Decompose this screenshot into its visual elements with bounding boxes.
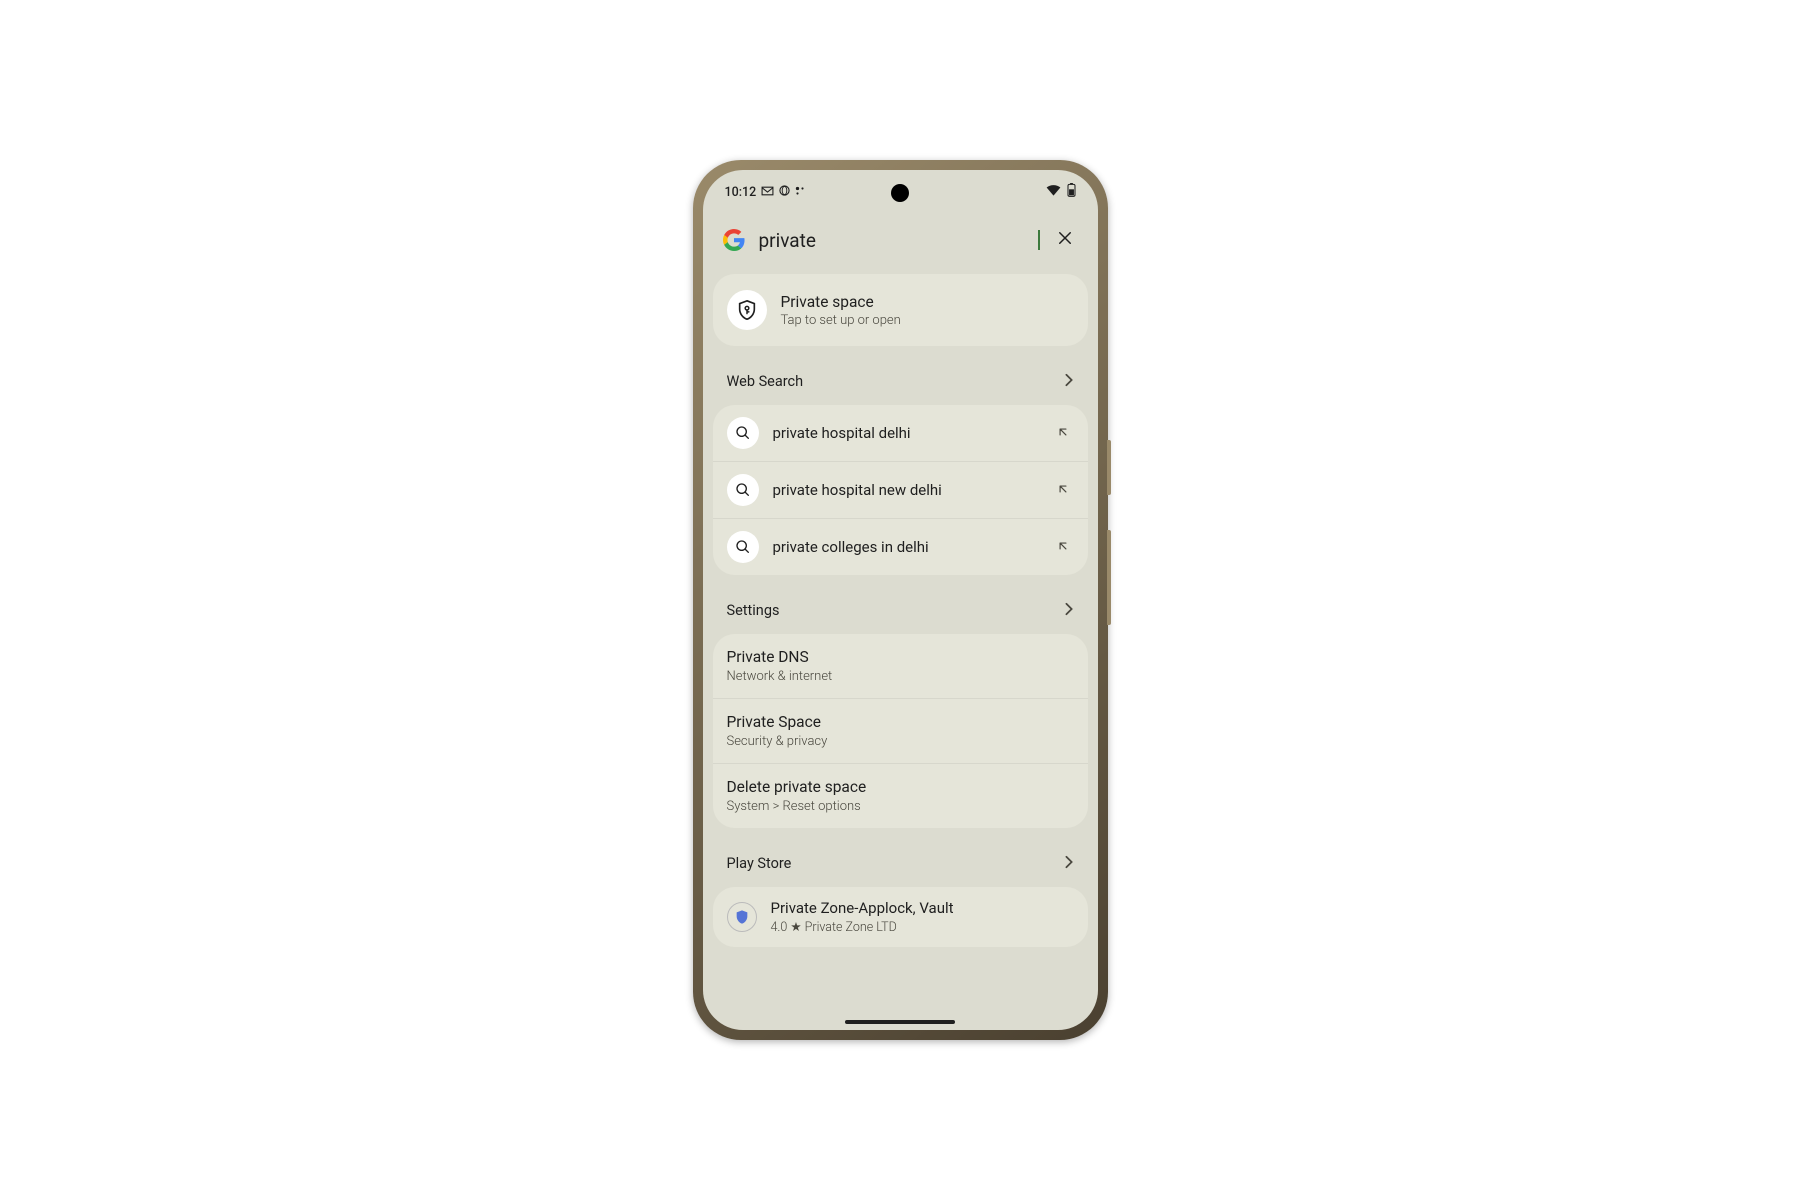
play-store-results: Private Zone-Applock, Vault 4.0 ★ Privat… (713, 887, 1088, 947)
gmail-icon (761, 186, 774, 199)
google-logo-icon (723, 229, 745, 251)
play-store-app-item[interactable]: Private Zone-Applock, Vault 4.0 ★ Privat… (713, 887, 1088, 947)
settings-item-title: Private DNS (727, 648, 1074, 666)
status-time: 10:12 (725, 185, 757, 200)
section-label: Play Store (727, 855, 792, 872)
shield-key-icon (727, 290, 767, 330)
private-space-feature-card[interactable]: Private space Tap to set up or open (713, 274, 1088, 346)
search-icon (727, 474, 759, 506)
opera-icon (779, 185, 790, 199)
results-scroll-area[interactable]: Private space Tap to set up or open Web … (703, 274, 1098, 1024)
camera-cutout (891, 184, 909, 202)
search-suggestion[interactable]: private hospital delhi (713, 405, 1088, 461)
settings-item-title: Private Space (727, 713, 1074, 731)
feature-subtitle: Tap to set up or open (781, 313, 901, 328)
chevron-right-icon (1064, 854, 1074, 873)
app-subtitle: 4.0 ★ Private Zone LTD (771, 919, 954, 935)
section-label: Settings (727, 602, 780, 619)
suggestion-text: private hospital new delhi (773, 481, 1038, 499)
settings-result-item[interactable]: Delete private space System > Reset opti… (713, 763, 1088, 828)
settings-item-subtitle: System > Reset options (727, 799, 1074, 814)
search-input[interactable]: private (759, 229, 1038, 252)
section-label: Web Search (727, 373, 804, 390)
insert-suggestion-icon[interactable] (1052, 534, 1074, 561)
nav-gesture-handle[interactable] (845, 1020, 955, 1024)
app-title: Private Zone-Applock, Vault (771, 899, 954, 917)
screen: 10:12 (703, 170, 1098, 1030)
web-search-suggestions: private hospital delhi private hospital … (713, 405, 1088, 575)
clear-search-button[interactable] (1052, 224, 1078, 256)
settings-item-title: Delete private space (727, 778, 1074, 796)
feature-title: Private space (781, 293, 901, 311)
chevron-right-icon (1064, 601, 1074, 620)
insert-suggestion-icon[interactable] (1052, 477, 1074, 504)
search-icon (727, 531, 759, 563)
settings-item-subtitle: Security & privacy (727, 734, 1074, 749)
chevron-right-icon (1064, 372, 1074, 391)
wifi-icon (1046, 184, 1061, 200)
search-suggestion[interactable]: private hospital new delhi (713, 461, 1088, 518)
settings-result-item[interactable]: Private DNS Network & internet (713, 634, 1088, 698)
phone-device-frame: 10:12 (693, 160, 1108, 1040)
settings-section-header[interactable]: Settings (713, 587, 1088, 634)
more-icon (795, 186, 805, 199)
settings-results: Private DNS Network & internet Private S… (713, 634, 1088, 828)
settings-item-subtitle: Network & internet (727, 669, 1074, 684)
suggestion-text: private hospital delhi (773, 424, 1038, 442)
volume-button (1107, 530, 1111, 625)
search-bar: private (703, 214, 1098, 274)
app-icon (727, 902, 757, 932)
search-suggestion[interactable]: private colleges in delhi (713, 518, 1088, 575)
insert-suggestion-icon[interactable] (1052, 420, 1074, 447)
battery-icon (1067, 183, 1076, 201)
suggestion-text: private colleges in delhi (773, 538, 1038, 556)
play-store-section-header[interactable]: Play Store (713, 840, 1088, 887)
power-button (1107, 440, 1111, 495)
settings-result-item[interactable]: Private Space Security & privacy (713, 698, 1088, 763)
web-search-section-header[interactable]: Web Search (713, 358, 1088, 405)
search-icon (727, 417, 759, 449)
